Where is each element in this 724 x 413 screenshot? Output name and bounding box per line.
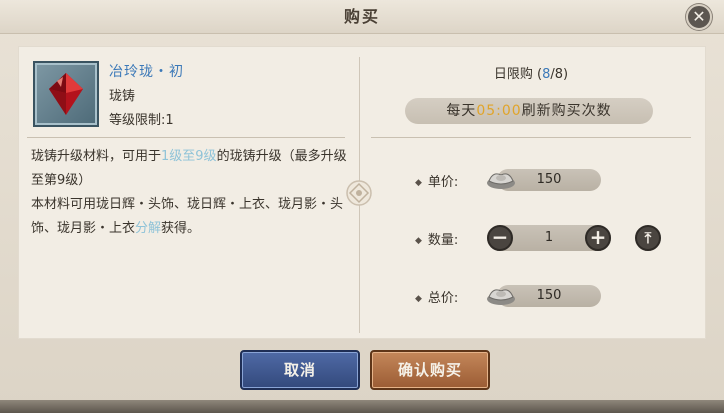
right-divider xyxy=(371,137,691,138)
ornament-emblem-icon xyxy=(346,180,372,206)
diamond-bullet-icon: ◆ xyxy=(415,177,422,188)
item-type: 珑铸 xyxy=(109,89,136,104)
item-description: 珑铸升级材料，可用于1级至9级的珑铸升级（最多升级至第9级） 本材料可用珑日辉・… xyxy=(31,145,349,241)
unit-price-label: 单价: xyxy=(427,175,459,190)
desc-text-4: 获得。 xyxy=(161,221,201,236)
refresh-time: 05:00 xyxy=(476,103,522,119)
desc-highlight-levels: 1级至9级 xyxy=(161,149,217,164)
unit-price-value: 150 xyxy=(536,172,562,187)
content-panel: 冶玲珑・初 珑铸 等级限制:1 珑铸升级材料，可用于1级至9级的珑铸升级（最多升… xyxy=(18,46,706,339)
refresh-suffix: 刷新购买次数 xyxy=(521,103,612,119)
left-divider xyxy=(27,137,345,138)
max-quantity-icon[interactable]: ⤒ xyxy=(635,225,661,251)
daily-limit-label: 日限购 ( xyxy=(493,67,543,82)
footer-strip xyxy=(0,400,724,413)
daily-limit-close: ) xyxy=(563,67,569,82)
silver-ingot-icon xyxy=(487,289,515,305)
diamond-bullet-icon: ◆ xyxy=(415,293,422,304)
quantity-value[interactable]: 1 xyxy=(509,225,589,251)
refresh-info: 每天05:00刷新购买次数 xyxy=(405,98,653,124)
close-icon[interactable]: ✕ xyxy=(686,4,712,30)
item-name: 冶玲珑・初 xyxy=(109,64,184,80)
daily-limit: 日限购 (8/8) xyxy=(371,63,691,82)
daily-limit-max: 8 xyxy=(554,67,564,82)
desc-text-1: 珑铸升级材料，可用于 xyxy=(31,149,162,164)
dialog-titlebar: 购买 ✕ xyxy=(0,0,724,34)
refresh-prefix: 每天 xyxy=(446,103,477,119)
quantity-row: ◆ 数量: xyxy=(415,229,458,248)
total-price-row: ◆ 总价: xyxy=(415,287,458,306)
diamond-bullet-icon: ◆ xyxy=(415,235,422,246)
silver-ingot-icon xyxy=(487,173,515,189)
item-level-limit: 等级限制:1 xyxy=(109,113,174,128)
dialog-title: 购买 xyxy=(343,7,380,26)
purchase-dialog: 购买 ✕ 冶玲珑・初 珑铸 等级限制:1 珑铸升级材料，可用于1级至9级的珑铸升… xyxy=(0,0,724,413)
confirm-purchase-button[interactable]: 确认购买 xyxy=(370,350,490,390)
total-price-label: 总价: xyxy=(427,291,459,306)
cancel-button[interactable]: 取消 xyxy=(240,350,360,390)
red-crystal-icon xyxy=(33,61,99,127)
unit-price-row: ◆ 单价: xyxy=(415,171,458,190)
quantity-label: 数量: xyxy=(427,233,459,248)
total-price-value: 150 xyxy=(536,288,562,303)
desc-highlight-decompose: 分解 xyxy=(135,221,162,236)
plus-icon[interactable]: + xyxy=(585,225,611,251)
